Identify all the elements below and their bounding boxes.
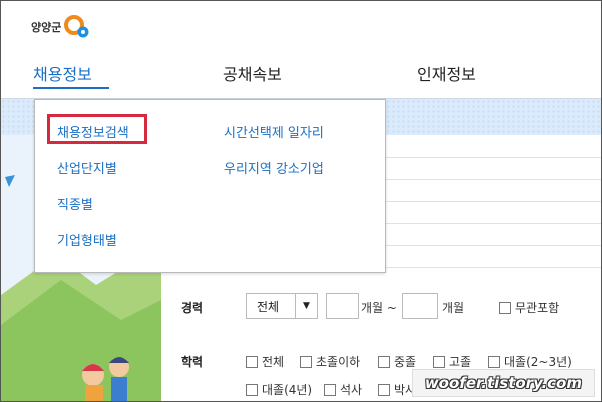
edu-label: 전체: [262, 355, 285, 369]
menu-item-part-time-jobs[interactable]: 시간선택제 일자리: [224, 122, 324, 141]
checkbox-box[interactable]: [378, 383, 390, 396]
edu-checkbox-college[interactable]: 대졸(2~3년): [488, 353, 572, 370]
edu-label: 석사: [340, 383, 363, 397]
site-logo[interactable]: 양양군: [31, 15, 91, 39]
career-select[interactable]: 전체 ▼: [246, 293, 318, 319]
career-any-checkbox[interactable]: 무관포함: [499, 299, 559, 316]
edu-label: 대졸(4년): [262, 383, 313, 397]
edu-checkbox-doctor[interactable]: 박사: [378, 381, 416, 398]
nav-item-talent[interactable]: 인재정보: [417, 61, 476, 85]
main-nav: 채용정보 공채속보 인재정보: [1, 57, 601, 97]
checkbox-box[interactable]: [246, 355, 258, 368]
logo-icon: [63, 15, 91, 39]
menu-item-local-companies[interactable]: 우리지역 강소기업: [224, 158, 324, 177]
jobs-dropdown-menu: 채용정보검색 산업단지별 직종별 기업형태별 시간선택제 일자리 우리지역 강소…: [34, 99, 386, 273]
row-divider: [381, 267, 601, 268]
row-divider: [381, 223, 601, 224]
edu-label: 고졸: [449, 355, 472, 369]
career-unit-from: 개월 ~: [361, 301, 397, 315]
row-divider: [381, 157, 601, 158]
edu-checkbox-elementary[interactable]: 초졸이하: [300, 353, 360, 370]
checkbox-box[interactable]: [300, 355, 312, 368]
checkbox-box[interactable]: [378, 355, 390, 368]
chevron-down-icon[interactable]: ▼: [295, 294, 317, 318]
row-divider: [381, 201, 601, 202]
edu-checkbox-high[interactable]: 고졸: [433, 353, 471, 370]
edu-label: 초졸이하: [316, 355, 361, 369]
row-divider: [381, 179, 601, 180]
checkbox-box[interactable]: [488, 355, 500, 368]
edu-label: 중졸: [394, 355, 417, 369]
edu-checkbox-university[interactable]: 대졸(4년): [246, 381, 312, 398]
menu-item-industrial-complex[interactable]: 산업단지별: [57, 158, 117, 177]
career-any-label: 무관포함: [515, 301, 560, 315]
menu-item-job-search[interactable]: 채용정보검색: [57, 122, 129, 141]
checkbox-box[interactable]: [433, 355, 445, 368]
edu-label: 대졸(2~3년): [504, 355, 572, 369]
education-label: 학력: [181, 355, 204, 369]
career-min-input[interactable]: [326, 293, 359, 319]
menu-item-by-occupation[interactable]: 직종별: [57, 194, 93, 213]
watermark: woofer.tistory.com: [411, 369, 595, 397]
checkbox-box[interactable]: [499, 301, 511, 314]
career-unit-to: 개월: [442, 301, 465, 315]
nav-active-underline: [33, 87, 109, 89]
nav-item-jobs[interactable]: 채용정보: [33, 61, 92, 85]
edu-checkbox-master[interactable]: 석사: [324, 381, 362, 398]
checkbox-box[interactable]: [246, 383, 258, 396]
menu-item-by-company-type[interactable]: 기업형태별: [57, 230, 117, 249]
edu-checkbox-all[interactable]: 전체: [246, 353, 284, 370]
career-select-value: 전체: [257, 299, 280, 314]
career-max-input[interactable]: [402, 293, 438, 319]
logo-text: 양양군: [31, 21, 62, 34]
checkbox-box[interactable]: [324, 383, 336, 396]
row-divider: [381, 245, 601, 246]
nav-item-public-news[interactable]: 공채속보: [223, 61, 282, 85]
page-frame: 양양군 채용정보 공채속보 인재정보 경력 전체 ▼ 개월 ~ 개월 무관포함 …: [0, 0, 602, 402]
edu-checkbox-middle[interactable]: 중졸: [378, 353, 416, 370]
career-label: 경력: [181, 301, 204, 315]
